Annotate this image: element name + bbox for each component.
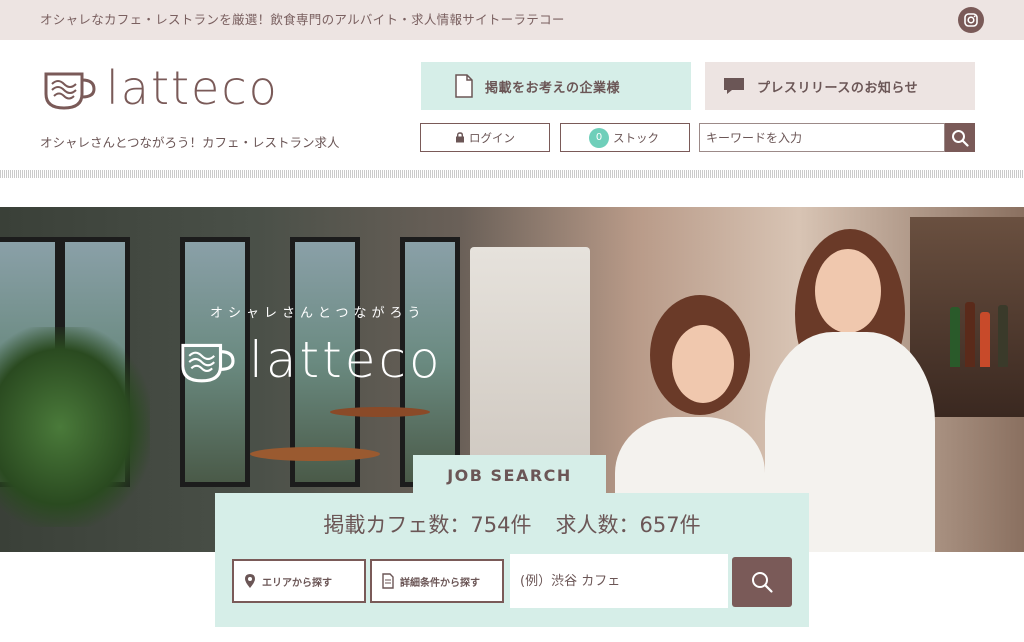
job-search-panel: 掲載カフェ数：754件 求人数：657件 エリアから探す 詳細条件から探す bbox=[215, 493, 809, 627]
area-search-button[interactable]: エリアから探す bbox=[232, 559, 366, 603]
corporate-listing-label: 掲載をお考えの企業様 bbox=[485, 80, 621, 96]
header-divider bbox=[0, 170, 1024, 178]
map-pin-icon bbox=[245, 574, 255, 588]
detail-search-button[interactable]: 詳細条件から探す bbox=[370, 559, 504, 603]
search-icon bbox=[952, 129, 969, 147]
corporate-listing-button[interactable]: 掲載をお考えの企業様 bbox=[421, 62, 691, 110]
lock-icon bbox=[456, 132, 464, 143]
tagline: オシャレさんとつながろう！カフェ・レストラン求人 bbox=[40, 135, 340, 150]
hero-catchphrase: オシャレさんとつながろう bbox=[210, 306, 426, 321]
speech-bubble-icon bbox=[724, 78, 744, 94]
press-release-label: プレスリリースのお知らせ bbox=[757, 80, 919, 96]
job-count: 求人数：657件 bbox=[555, 513, 701, 537]
document-icon bbox=[455, 74, 473, 98]
hero-logo: latteco bbox=[175, 335, 443, 385]
instagram-icon bbox=[964, 13, 978, 27]
area-search-label: エリアから探す bbox=[262, 577, 332, 589]
top-bar: オシャレなカフェ・レストランを厳選！飲食専門のアルバイト・求人情報サイトーラテコ… bbox=[0, 0, 1024, 40]
latte-cup-icon bbox=[44, 72, 96, 110]
keyword-search-button[interactable] bbox=[945, 123, 975, 152]
header: latteco オシャレさんとつながろう！カフェ・レストラン求人 掲載をお考えの… bbox=[0, 40, 1024, 170]
search-icon bbox=[752, 572, 773, 593]
detail-search-label: 詳細条件から探す bbox=[400, 577, 480, 589]
stock-label: ストック bbox=[613, 130, 659, 145]
instagram-link[interactable] bbox=[958, 7, 984, 33]
latte-cup-icon bbox=[181, 343, 235, 383]
site-logo[interactable]: latteco bbox=[40, 64, 279, 112]
keyword-search-input[interactable] bbox=[699, 123, 945, 152]
cafe-count: 掲載カフェ数：754件 bbox=[323, 513, 532, 537]
site-description: オシャレなカフェ・レストランを厳選！飲食専門のアルバイト・求人情報サイトーラテコ… bbox=[40, 12, 565, 27]
login-button[interactable]: ログイン bbox=[420, 123, 550, 152]
stock-count-badge: 0 bbox=[589, 127, 609, 148]
stock-button[interactable]: 0 ストック bbox=[560, 123, 690, 152]
document-icon bbox=[382, 573, 394, 589]
login-label: ログイン bbox=[469, 130, 515, 145]
job-search-button[interactable] bbox=[732, 557, 792, 607]
job-search-title: JOB SEARCH bbox=[447, 465, 572, 485]
logo-text: latteco bbox=[106, 61, 279, 115]
job-keyword-input[interactable] bbox=[510, 554, 728, 608]
hero-logo-text: latteco bbox=[249, 331, 443, 389]
press-release-button[interactable]: プレスリリースのお知らせ bbox=[705, 62, 975, 110]
listing-counts: 掲載カフェ数：754件 求人数：657件 bbox=[215, 509, 809, 539]
job-search-tab: JOB SEARCH bbox=[413, 455, 606, 495]
